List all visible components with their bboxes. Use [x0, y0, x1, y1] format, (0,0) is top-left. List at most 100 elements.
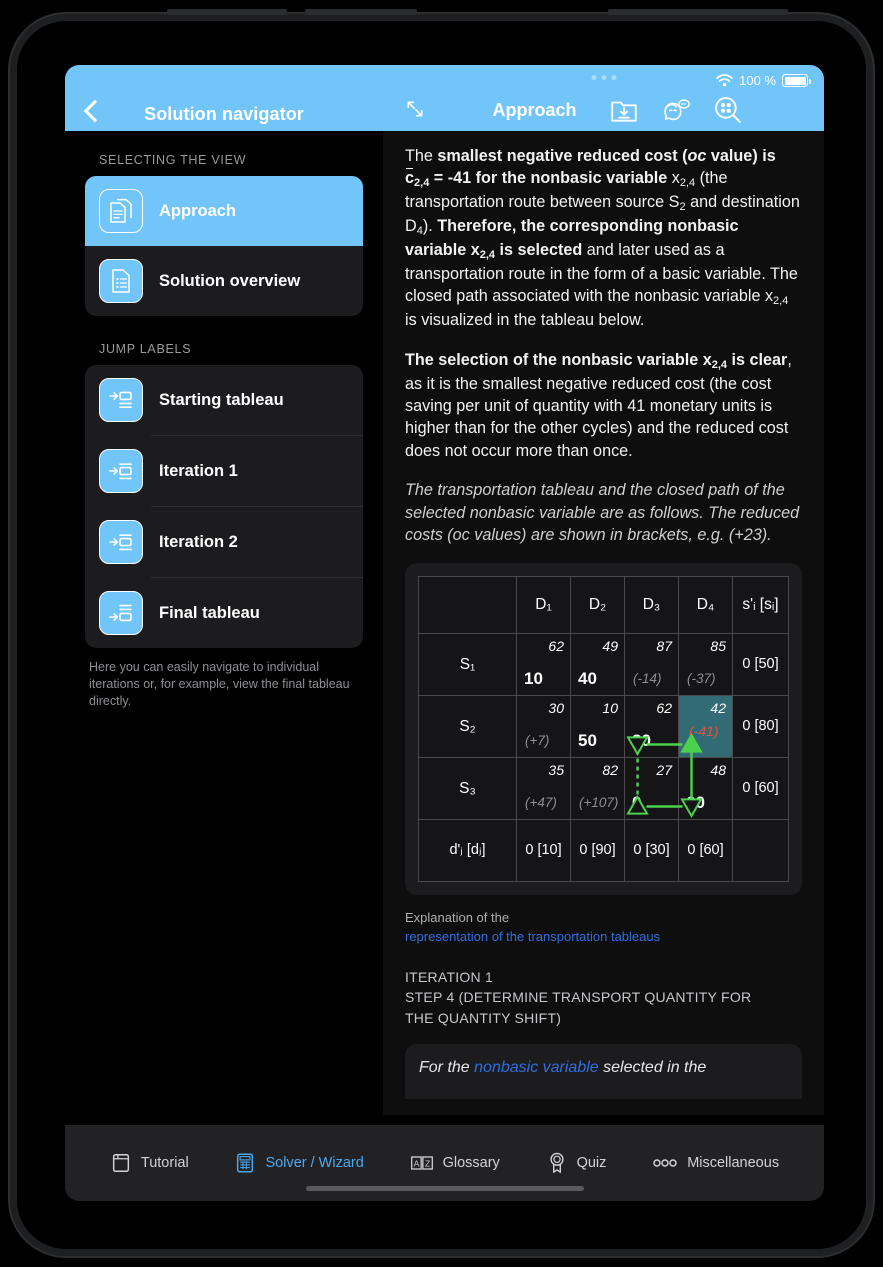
cell-reduced-cost: (+107) — [579, 795, 619, 811]
section-label-jump-labels: JUMP LABELS — [99, 342, 192, 356]
tab-solver-wizard[interactable]: Solver / Wizard — [234, 1152, 364, 1174]
tab-glossary[interactable]: A Z Glossary — [410, 1153, 500, 1173]
cell-cost: 49 — [602, 638, 618, 655]
cell-reduced-cost: (-37) — [687, 671, 716, 687]
tableau-cell-S₃-D₄[interactable]: 48 60 — [678, 757, 733, 821]
wifi-icon — [716, 74, 733, 87]
tab-quiz[interactable]: Quiz — [546, 1151, 606, 1175]
book-icon — [112, 1154, 129, 1172]
home-indicator[interactable] — [305, 1186, 584, 1191]
next-step-text: For the nonbasic variable selected in th… — [419, 1058, 707, 1076]
explanation-link[interactable]: representation of the transportation tab… — [405, 928, 802, 947]
cell-value: 40 — [578, 669, 597, 689]
cell-cost: 35 — [548, 762, 564, 779]
tab-miscellaneous[interactable]: Miscellaneous — [652, 1155, 779, 1171]
step-heading-line-2: THE QUANTITY SHIFT) — [405, 1009, 562, 1026]
device-frame: Solution navigator 100 % Approach SELECT… — [10, 9, 873, 1256]
cell-cost: 62 — [656, 700, 672, 717]
cell-cost: 82 — [602, 762, 618, 779]
document-list-icon — [99, 259, 143, 303]
jump-bottom-icon — [99, 591, 143, 635]
cell-reduced-cost: (+7) — [525, 733, 550, 749]
tableau-cell-S₂-D₁[interactable]: 30 (+7) — [516, 695, 571, 759]
jump-middle-icon — [99, 449, 143, 493]
jump-top-icon — [99, 378, 143, 422]
tableau-row-header: S₂ — [418, 695, 517, 759]
cell-value: 10 — [524, 669, 543, 689]
sidebar-hint-text: Here you can easily navigate to individu… — [89, 660, 350, 708]
search-dots-icon[interactable] — [713, 95, 743, 125]
tableau-supply-cell: 0 [60] — [732, 757, 789, 821]
drag-handle[interactable] — [591, 75, 616, 80]
tableau-cell-S₁-D₁[interactable]: 62 10 — [516, 633, 571, 697]
paragraph-3: The transportation tableau and the close… — [405, 481, 800, 544]
iteration-heading: ITERATION 1 — [405, 968, 494, 985]
tab-label: Miscellaneous — [687, 1155, 780, 1171]
tableau-cell-S₃-D₁[interactable]: 35 (+47) — [516, 757, 571, 821]
cell-cost: 87 — [656, 638, 672, 655]
tableau-demand-header: d'ⱼ [dⱼ] — [418, 819, 517, 883]
paragraph-2: The selection of the nonbasic variable x… — [405, 350, 792, 460]
power-button[interactable] — [608, 9, 788, 15]
jump-labels-card: Starting tableau Iteration 1 Iteration 2… — [85, 365, 363, 648]
tableau-row-header: S₁ — [418, 633, 517, 697]
tableau-cell-S₁-D₃[interactable]: 87 (-14) — [624, 633, 679, 697]
tableau-cell-S₂-D₃[interactable]: 62 30 — [624, 695, 679, 759]
tableau-col-header: D₁ — [516, 576, 571, 635]
sidebar-item-label: Iteration 2 — [159, 532, 238, 551]
tableau-corner-cell — [418, 576, 517, 635]
tableau-cell-S₃-D₂[interactable]: 82 (+107) — [570, 757, 625, 821]
sidebar-item-starting-tableau[interactable]: Starting tableau — [85, 365, 363, 435]
rosette-icon — [549, 1152, 564, 1173]
tableau-row: S₃ 35 (+47) 82 (+107) 27 0 48 60 0 [60] — [418, 757, 789, 821]
sidebar-header: Solution navigator — [65, 65, 383, 131]
volume-up-button[interactable] — [167, 9, 287, 15]
tableau-row: S₁ 62 10 49 40 87 (-14) 85 (-37) 0 [50] — [418, 633, 789, 697]
main-body: SELECTING THE VIEW Approach Solution ove… — [65, 131, 824, 1115]
sidebar-item-approach[interactable]: Approach — [85, 176, 363, 246]
tableau-demand-row: d'ⱼ [dⱼ] 0 [10] 0 [90] 0 [30] 0 [60] — [418, 819, 789, 883]
cell-value: 0 — [632, 793, 642, 813]
download-folder-icon[interactable] — [609, 95, 639, 125]
expand-diagonal-icon[interactable] — [405, 99, 425, 119]
three-dots-icon — [653, 1159, 677, 1167]
bottom-tab-bar: Tutorial Solver / Wizard A Z Glossary Qu… — [65, 1125, 824, 1201]
tableau-cell-S₁-D₄[interactable]: 85 (-37) — [678, 633, 733, 697]
volume-down-button[interactable] — [305, 9, 417, 15]
content-header: 100 % Approach — [383, 65, 824, 131]
cell-value: 50 — [578, 731, 597, 751]
face-chat-icon[interactable] — [661, 95, 691, 125]
page-title: Approach — [492, 99, 577, 120]
tableau-cell-S₃-D₃[interactable]: 27 0 — [624, 757, 679, 821]
tableau-col-header: D₃ — [624, 576, 679, 635]
sidebar-item-final-tableau[interactable]: Final tableau — [85, 578, 363, 648]
cell-cost: 10 — [602, 700, 618, 717]
tableau-row-header: S₃ — [418, 757, 517, 821]
tableau-demand-cell: 0 [30] — [624, 819, 679, 883]
tableau-col-header: D₄ — [678, 576, 733, 635]
transportation-tableau: D₁ D₂ D₃ D₄ s'ᵢ [sᵢ] S₁ 62 10 49 40 87 (-14) 85 (-37)… — [418, 576, 789, 883]
cell-cost: 30 — [548, 700, 564, 717]
cell-reduced-cost: (-41) — [689, 723, 719, 740]
sidebar-item-label: Approach — [159, 201, 237, 220]
sidebar-item-solution-overview[interactable]: Solution overview — [85, 246, 363, 316]
sidebar-item-label: Solution overview — [159, 271, 301, 290]
jump-middle-icon — [99, 520, 143, 564]
cell-cost: 42 — [710, 700, 726, 717]
sidebar-item-iteration-2[interactable]: Iteration 2 — [85, 507, 363, 577]
top-navigation-bar: Solution navigator 100 % Approach — [65, 65, 824, 131]
solution-navigator-sidebar: SELECTING THE VIEW Approach Solution ove… — [65, 131, 383, 1115]
content-pane[interactable]: The smallest negative reduced cost (oc v… — [383, 131, 824, 1115]
transportation-tableau-card: D₁ D₂ D₃ D₄ s'ᵢ [sᵢ] S₁ 62 10 49 40 87 (-14) 85 (-37)… — [405, 563, 802, 896]
tableau-cell-S₂-D₄[interactable]: 42 (-41) — [678, 695, 733, 759]
tab-label: Glossary — [442, 1155, 500, 1171]
tab-tutorial[interactable]: Tutorial — [110, 1152, 189, 1174]
explanation-prefix: Explanation of the — [405, 910, 510, 926]
tab-label: Solver / Wizard — [265, 1155, 364, 1171]
sidebar-item-iteration-1[interactable]: Iteration 1 — [85, 436, 363, 506]
cell-cost: 27 — [656, 762, 672, 779]
cell-value: 60 — [686, 793, 705, 813]
tableau-col-header: D₂ — [570, 576, 625, 635]
tableau-cell-S₁-D₂[interactable]: 49 40 — [570, 633, 625, 697]
tableau-cell-S₂-D₂[interactable]: 10 50 — [570, 695, 625, 759]
